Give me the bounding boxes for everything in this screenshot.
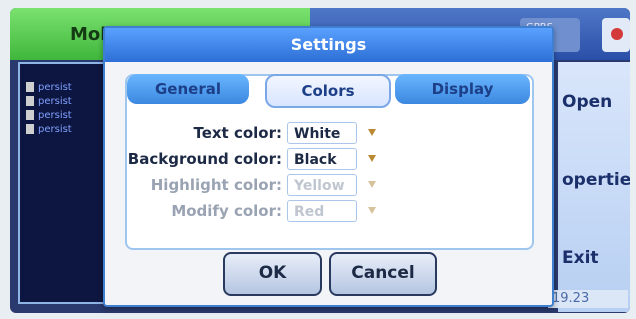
modify-color-select: Red (287, 200, 357, 222)
softkey-pane: Open operties Exit (558, 62, 630, 312)
chevron-down-icon[interactable] (367, 153, 377, 163)
notification-icon (602, 18, 630, 52)
chevron-down-icon[interactable] (367, 127, 377, 137)
highlight-color-row: Highlight color: Yellow (127, 174, 532, 196)
modify-color-row: Modify color: Red (127, 200, 532, 222)
file-icon (26, 82, 34, 92)
settings-dialog: Settings General Colors Display Text col… (103, 26, 554, 307)
list-item-label: persist (38, 96, 72, 107)
exit-softkey[interactable]: Exit (562, 248, 599, 268)
dialog-title: Settings (105, 28, 552, 62)
list-item-label: persist (38, 82, 72, 93)
background-color-select[interactable]: Black (287, 148, 357, 170)
tab-panel: General Colors Display Text color: White… (125, 74, 534, 250)
text-color-select[interactable]: White (287, 122, 357, 144)
highlight-color-select: Yellow (287, 174, 357, 196)
chevron-down-icon (368, 181, 376, 188)
tab-display[interactable]: Display (395, 74, 530, 104)
modify-color-label: Modify color: (171, 202, 282, 220)
dialog-buttons: OK Cancel (105, 252, 552, 296)
properties-softkey[interactable]: operties (562, 170, 630, 190)
clock: 19.23 (548, 290, 628, 308)
cancel-button[interactable]: Cancel (329, 252, 437, 296)
chevron-down-icon (368, 207, 376, 214)
highlight-color-label: Highlight color: (150, 176, 282, 194)
open-softkey[interactable]: Open (562, 92, 612, 112)
ok-button[interactable]: OK (223, 252, 322, 296)
file-icon (26, 124, 34, 134)
text-color-row: Text color: White (127, 122, 532, 144)
file-icon (26, 96, 34, 106)
list-item-label: persist (38, 124, 72, 135)
clock-text: 19.23 (552, 291, 590, 306)
tab-colors[interactable]: Colors (265, 74, 391, 108)
background-color-row: Background color: Black (127, 148, 532, 170)
text-color-label: Text color: (193, 124, 282, 142)
list-item-label: persist (38, 110, 72, 121)
background-color-label: Background color: (127, 150, 282, 168)
file-icon (26, 110, 34, 120)
tab-general[interactable]: General (127, 74, 249, 104)
